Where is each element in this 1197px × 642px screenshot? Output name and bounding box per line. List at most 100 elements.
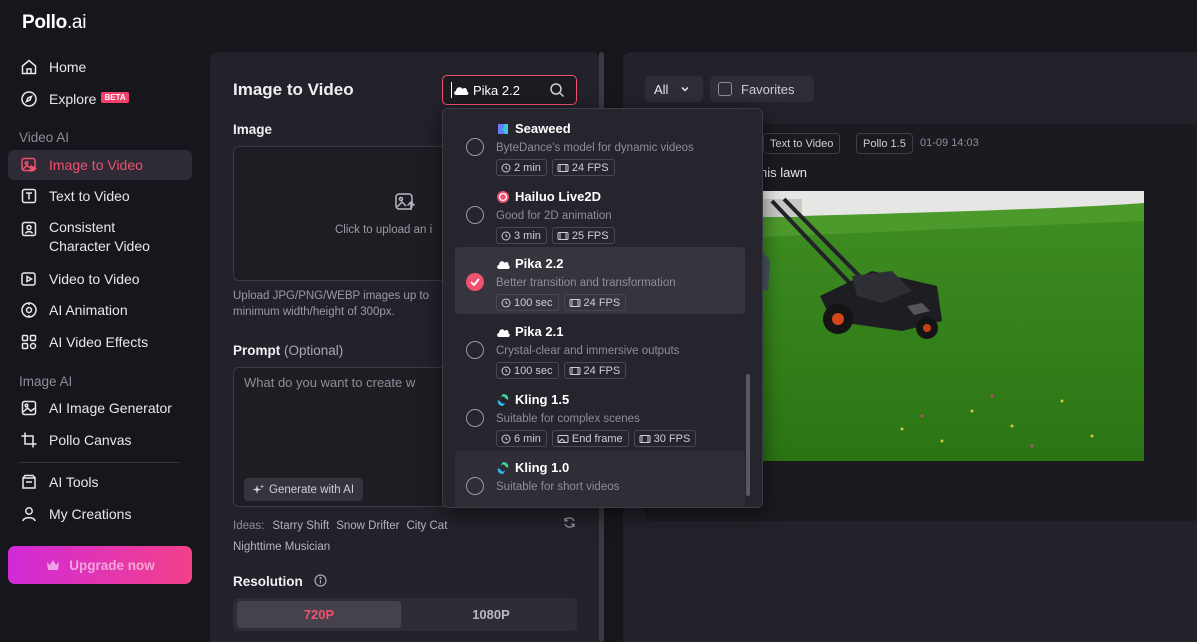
- card-title: his lawn: [760, 165, 807, 180]
- clock-icon: [501, 231, 511, 240]
- model-option-seaweed[interactable]: Seaweed ByteDance's model for dynamic vi…: [455, 112, 745, 179]
- pika-logo-icon: [497, 260, 510, 269]
- nav-consistent-character-video[interactable]: Consistent Character Video: [8, 217, 192, 257]
- radio-button[interactable]: [466, 138, 484, 156]
- nav-video-to-video[interactable]: Video to Video: [8, 264, 192, 294]
- chevron-down-icon: [681, 86, 689, 92]
- clock-icon: [501, 298, 511, 307]
- filter-dropdown[interactable]: All: [645, 76, 703, 102]
- nav-ai-video-effects[interactable]: AI Video Effects: [8, 327, 192, 357]
- card-timestamp: 01-09 14:03: [920, 137, 979, 149]
- character-video-icon: [21, 221, 37, 237]
- model-option-pika-2-2[interactable]: Pika 2.2 Better transition and transform…: [455, 247, 745, 314]
- section-image-ai: Image AI: [19, 374, 73, 389]
- compass-icon: [21, 91, 37, 107]
- idea-chip[interactable]: Nighttime Musician: [233, 541, 330, 553]
- lawn-mower-illustration: [762, 191, 1144, 461]
- nav-ai-tools[interactable]: AI Tools: [8, 467, 192, 497]
- duration-tag: 6 min: [496, 430, 547, 447]
- model-option-pika-2-1[interactable]: Pika 2.1 Crystal-clear and immersive out…: [455, 315, 745, 382]
- resolution-1080p[interactable]: 1080P: [409, 601, 573, 628]
- check-icon: [470, 278, 480, 286]
- video-video-icon: [21, 272, 36, 286]
- prompt-placeholder: What do you want to create w: [244, 375, 416, 390]
- nav-ai-image-generator[interactable]: AI Image Generator: [8, 393, 192, 423]
- sidebar-divider: [19, 462, 180, 463]
- card-tag-type: Text to Video: [763, 133, 841, 154]
- radio-button[interactable]: [466, 477, 484, 495]
- canvas-crop-icon: [21, 432, 37, 448]
- nav-pollo-canvas[interactable]: Pollo Canvas: [8, 425, 192, 455]
- resolution-selector: 720P 1080P: [233, 598, 577, 631]
- upgrade-button[interactable]: Upgrade now: [8, 546, 192, 584]
- nav-home[interactable]: Home: [8, 52, 192, 82]
- refresh-icon[interactable]: [563, 516, 576, 529]
- resolution-720p[interactable]: 720P: [237, 601, 401, 628]
- model-option-kling-1-5[interactable]: Kling 1.5 Suitable for complex scenes 6 …: [455, 383, 745, 450]
- sidebar: Pollo.ai Home Explore BETA Video AI Image…: [0, 0, 200, 642]
- fps-tag: 24 FPS: [563, 362, 627, 379]
- lawn-mower-image[interactable]: [762, 191, 1144, 461]
- clock-icon: [501, 163, 511, 172]
- clock-icon: [501, 434, 511, 443]
- clock-icon: [501, 366, 511, 375]
- film-icon: [557, 163, 569, 172]
- radio-button[interactable]: [466, 409, 484, 427]
- fps-tag: 24 FPS: [551, 159, 615, 176]
- fps-tag: 24 FPS: [563, 294, 627, 311]
- effects-icon: [21, 334, 37, 350]
- nav-my-creations[interactable]: My Creations: [8, 499, 192, 529]
- favorites-checkbox[interactable]: Favorites: [710, 76, 814, 102]
- model-dropdown: Seaweed ByteDance's model for dynamic vi…: [442, 108, 763, 508]
- idea-chip[interactable]: Snow Drifter: [336, 520, 399, 532]
- info-icon[interactable]: [314, 574, 327, 587]
- kling-logo-icon: [497, 393, 509, 406]
- page-title: Image to Video: [233, 80, 354, 99]
- home-icon: [21, 59, 37, 75]
- film-icon: [639, 434, 651, 443]
- image-frame-icon: [557, 434, 569, 443]
- duration-tag: 3 min: [496, 227, 547, 244]
- upload-text: Click to upload an i: [335, 224, 433, 236]
- seaweed-logo-icon: [498, 123, 508, 134]
- radio-button[interactable]: [466, 341, 484, 359]
- card-tag-model: Pollo 1.5: [856, 133, 913, 154]
- duration-tag: 100 sec: [496, 362, 559, 379]
- generate-with-ai-button[interactable]: Generate with AI: [244, 478, 364, 501]
- nav-text-to-video[interactable]: Text to Video: [8, 181, 192, 211]
- model-option-hailuo-live2d[interactable]: Hailuo Live2D Good for 2D animation 3 mi…: [455, 180, 745, 247]
- dropdown-scrollbar[interactable]: [746, 374, 750, 496]
- tools-box-icon: [22, 474, 36, 489]
- image-video-icon: [21, 157, 38, 173]
- checkbox-icon: [718, 82, 732, 96]
- crown-icon: [47, 560, 60, 570]
- logo[interactable]: Pollo.ai: [22, 12, 86, 34]
- sparkle-icon: [252, 484, 264, 494]
- nav-ai-animation[interactable]: AI Animation: [8, 295, 192, 325]
- text-video-icon: [21, 188, 37, 204]
- pika-logo-icon: [497, 328, 510, 337]
- duration-tag: 2 min: [496, 159, 547, 176]
- film-icon: [569, 366, 581, 375]
- pika-logo-icon: [454, 87, 469, 95]
- search-icon[interactable]: [549, 82, 565, 98]
- idea-chip[interactable]: Starry Shift: [272, 520, 329, 532]
- image-generator-icon: [21, 400, 37, 416]
- radio-button[interactable]: [466, 206, 484, 224]
- upload-image-icon: [395, 193, 416, 210]
- model-option-kling-1-0[interactable]: Kling 1.0 Suitable for short videos: [455, 451, 745, 507]
- film-icon: [569, 298, 581, 307]
- model-search-input[interactable]: Pika 2.2: [442, 75, 577, 105]
- ideas-list: Ideas: Starry Shift Snow Drifter City Cat Ni…: [233, 520, 448, 553]
- upload-hint: Upload JPG/PNG/WEBP images up to minimum …: [233, 290, 430, 318]
- film-icon: [557, 231, 569, 240]
- idea-chip[interactable]: City Cat: [407, 520, 448, 532]
- resolution-label: Resolution: [233, 574, 303, 589]
- nav-explore[interactable]: Explore BETA: [8, 84, 192, 114]
- nav-image-to-video[interactable]: Image to Video: [8, 150, 192, 180]
- radio-button-checked[interactable]: [466, 273, 484, 291]
- animation-icon: [21, 302, 37, 318]
- kling-logo-icon: [497, 461, 509, 474]
- hailuo-logo-icon: [497, 190, 509, 203]
- prompt-label: Prompt (Optional): [233, 343, 344, 358]
